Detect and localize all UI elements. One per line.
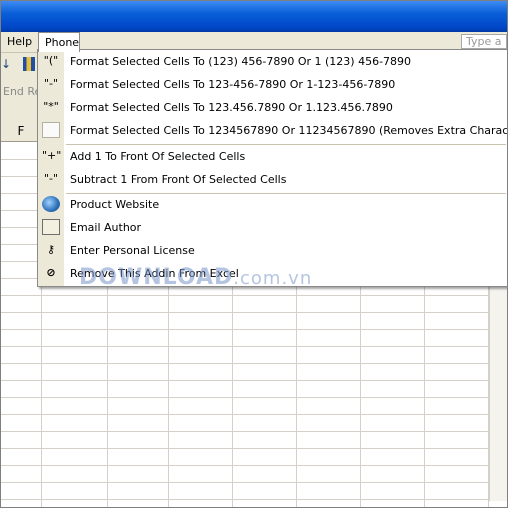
menu-phone[interactable]: Phone bbox=[38, 32, 80, 52]
subtract-one-icon: "-" bbox=[43, 172, 59, 185]
menu-item-add-one[interactable]: "+" Add 1 To Front Of Selected Cells bbox=[38, 145, 507, 168]
menu-item-format-dash[interactable]: "-" Format Selected Cells To 123-456-789… bbox=[38, 73, 507, 96]
menu-help[interactable]: Help bbox=[7, 35, 32, 48]
key-icon: ⚷ bbox=[46, 243, 56, 256]
add-one-icon: "+" bbox=[42, 149, 62, 162]
app-window: Help Phone Type a ↓ End Re F "(" Format … bbox=[0, 0, 508, 508]
sort-icon[interactable]: ↓ bbox=[1, 57, 11, 71]
menu-item-format-plain[interactable]: Format Selected Cells To 1234567890 Or 1… bbox=[38, 119, 508, 142]
watermark-text: DOWNLOAD bbox=[79, 265, 234, 290]
menu-item-subtract-one[interactable]: "-" Subtract 1 From Front Of Selected Ce… bbox=[38, 168, 507, 191]
menu-item-product-website[interactable]: Product Website bbox=[38, 193, 507, 216]
format-dash-icon: "-" bbox=[43, 77, 59, 90]
format-dot-icon: "*" bbox=[43, 100, 59, 113]
menu-item-label: Subtract 1 From Front Of Selected Cells bbox=[70, 173, 287, 186]
menu-item-label: Format Selected Cells To 1234567890 Or 1… bbox=[70, 124, 508, 137]
menu-item-label: Enter Personal License bbox=[70, 244, 195, 257]
watermark-logo: DOWNLOAD.com.vn bbox=[79, 265, 312, 290]
menu-item-format-paren[interactable]: "(" Format Selected Cells To (123) 456-7… bbox=[38, 50, 507, 73]
email-icon bbox=[42, 219, 60, 235]
globe-icon bbox=[42, 196, 60, 212]
menu-item-label: Format Selected Cells To 123.456.7890 Or… bbox=[70, 101, 393, 114]
title-bar[interactable] bbox=[1, 1, 507, 32]
phone-dropdown-menu: "(" Format Selected Cells To (123) 456-7… bbox=[37, 49, 508, 287]
menu-item-label: Email Author bbox=[70, 221, 142, 234]
format-paren-icon: "(" bbox=[43, 54, 59, 67]
menu-item-enter-license[interactable]: ⚷ Enter Personal License bbox=[38, 239, 507, 262]
end-review-button[interactable]: End Re bbox=[3, 85, 41, 98]
menu-item-label: Format Selected Cells To 123-456-7890 Or… bbox=[70, 78, 396, 91]
watermark-suffix: .com.vn bbox=[233, 268, 313, 289]
ask-question-box[interactable]: Type a bbox=[461, 34, 507, 49]
prohibited-icon: ⊘ bbox=[46, 266, 56, 279]
column-header-f[interactable]: F bbox=[1, 121, 42, 141]
menu-item-email-author[interactable]: Email Author bbox=[38, 216, 507, 239]
menu-item-label: Format Selected Cells To (123) 456-7890 … bbox=[70, 55, 412, 68]
chart-icon[interactable] bbox=[23, 57, 35, 71]
menu-item-format-dot[interactable]: "*" Format Selected Cells To 123.456.789… bbox=[38, 96, 507, 119]
format-plain-icon bbox=[42, 122, 60, 138]
menu-item-label: Add 1 To Front Of Selected Cells bbox=[70, 150, 246, 163]
menu-item-label: Product Website bbox=[70, 198, 160, 211]
